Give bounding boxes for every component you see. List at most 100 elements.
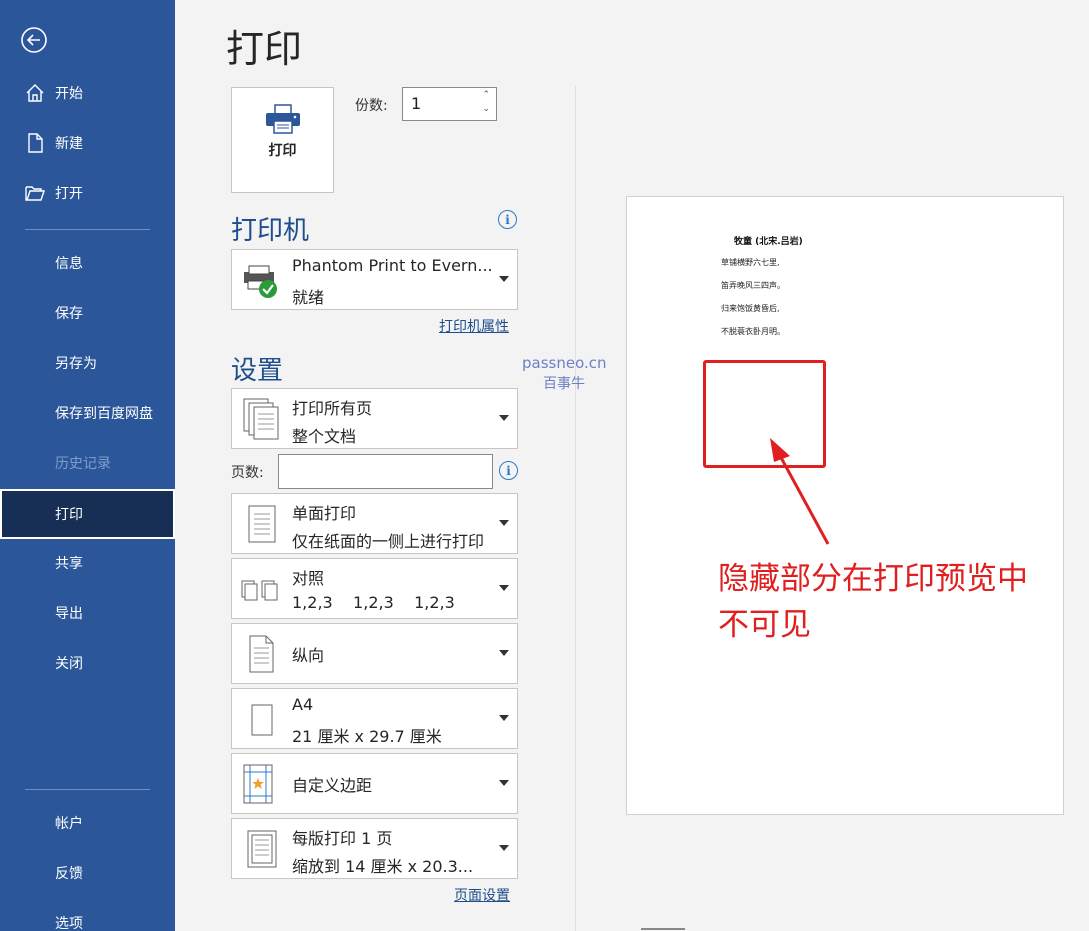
pages-label: 页数:: [231, 465, 264, 481]
sidebar-item-open[interactable]: 打开: [0, 168, 175, 218]
chevron-down-icon: [499, 520, 509, 526]
sidebar-item-label: 保存到百度网盘: [55, 406, 153, 422]
preview-scroll-indicator: [641, 928, 685, 930]
print-button[interactable]: 打印: [231, 87, 334, 193]
portrait-icon: [249, 635, 274, 673]
dropdown-line2: 整个文档: [292, 427, 357, 446]
one-sided-icon: [248, 505, 276, 543]
dropdown-line2: 缩放到 14 厘米 x 20.3...: [292, 857, 474, 876]
sidebar-item-close[interactable]: 关闭: [0, 638, 175, 688]
sidebar-item-label: 帐户: [55, 816, 83, 832]
collate-icon: [241, 580, 278, 601]
dropdown-line1: A4: [292, 695, 314, 714]
sidebar-item-label: 另存为: [55, 356, 97, 372]
sidebar-item-feedback[interactable]: 反馈: [0, 848, 175, 898]
backstage-sidebar: 开始 新建 打开 信息 保存 另存为 保存到百度网盘 历史记录 打印 共享 导出…: [0, 0, 175, 931]
poem-title: 牧童 (北宋.吕岩): [734, 237, 803, 247]
pages-per-sheet-dropdown[interactable]: 每版打印 1 页 缩放到 14 厘米 x 20.3...: [231, 818, 518, 879]
sidebar-item-export[interactable]: 导出: [0, 588, 175, 638]
copies-stepper[interactable]: 1 ⌃ ⌄: [402, 87, 497, 121]
printer-ready-icon: [244, 265, 277, 298]
spin-up-icon[interactable]: ⌃: [482, 90, 490, 100]
printer-heading: 打印机: [231, 216, 310, 246]
sidebar-item-options[interactable]: 选项: [0, 898, 175, 931]
sidebar-divider: [25, 789, 150, 790]
sidebar-item-account[interactable]: 帐户: [0, 798, 175, 848]
chevron-down-icon: [499, 715, 509, 721]
margins-dropdown[interactable]: 自定义边距: [231, 753, 518, 814]
sidebar-item-label: 打开: [55, 186, 83, 202]
poem-line: 草铺横野六七里,: [721, 258, 780, 267]
watermark-text: 百事牛: [543, 376, 585, 392]
sidebar-item-print[interactable]: 打印: [0, 489, 175, 539]
sidebar-item-home[interactable]: 开始: [0, 68, 175, 118]
poem-line: 不脱蓑衣卧月明。: [721, 327, 785, 336]
sidebar-item-save-to-baidu[interactable]: 保存到百度网盘: [0, 388, 175, 438]
sidebar-item-label: 历史记录: [55, 456, 111, 472]
pages-per-sheet-icon: [247, 830, 277, 868]
dropdown-line2: 1,2,3 1,2,3 1,2,3: [292, 593, 455, 612]
dropdown-line1: 自定义边距: [292, 776, 373, 795]
orientation-dropdown[interactable]: 纵向: [231, 623, 518, 684]
home-icon: [26, 84, 44, 102]
dropdown-line1: 纵向: [292, 646, 325, 665]
poem-line: 笛弄晚风三四声。: [721, 281, 785, 290]
dropdown-line1: 打印所有页: [292, 399, 373, 418]
sidebar-item-label: 开始: [55, 86, 83, 102]
info-icon[interactable]: i: [499, 461, 518, 480]
page-title: 打印: [226, 27, 303, 71]
print-preview-page: 牧童 (北宋.吕岩) 草铺横野六七里, 笛弄晚风三四声。 归来饱饭黄昏后, 不脱…: [626, 196, 1064, 815]
sidebar-item-label: 关闭: [55, 656, 83, 672]
chevron-down-icon: [499, 780, 509, 786]
collate-dropdown[interactable]: 对照 1,2,3 1,2,3 1,2,3: [231, 558, 518, 619]
folder-open-icon: [25, 186, 45, 201]
panel-divider: [575, 86, 576, 931]
watermark-text: passneo.cn: [522, 354, 607, 372]
poem-line: 归来饱饭黄昏后,: [721, 304, 780, 313]
sidebar-item-label: 反馈: [55, 866, 83, 882]
sidebar-item-history: 历史记录: [0, 438, 175, 488]
sidebar-item-label: 新建: [55, 136, 83, 152]
sidebar-item-new[interactable]: 新建: [0, 118, 175, 168]
sidebar-item-label: 打印: [55, 507, 83, 523]
dropdown-line2: 仅在纸面的一侧上进行打印: [292, 532, 485, 551]
page-setup-link[interactable]: 页面设置: [454, 885, 510, 905]
dropdown-line1: 单面打印: [292, 504, 357, 523]
sidebar-item-label: 选项: [55, 916, 83, 931]
sidebar-item-save-as[interactable]: 另存为: [0, 338, 175, 388]
copies-value: 1: [411, 94, 422, 113]
back-arrow-icon[interactable]: [20, 26, 48, 54]
spin-down-icon[interactable]: ⌄: [482, 104, 490, 114]
sidebar-item-info[interactable]: 信息: [0, 238, 175, 288]
sidebar-item-save[interactable]: 保存: [0, 288, 175, 338]
sidebar-divider: [25, 229, 150, 230]
info-icon[interactable]: i: [498, 210, 517, 229]
paper-size-icon: [251, 704, 273, 736]
printer-properties-link[interactable]: 打印机属性: [439, 316, 509, 336]
chevron-down-icon: [499, 650, 509, 656]
sidebar-item-label: 保存: [55, 306, 83, 322]
sidebar-item-label: 共享: [55, 556, 83, 572]
sidebar-item-label: 导出: [55, 606, 83, 622]
printer-dropdown[interactable]: Phantom Print to Evern... 就绪: [231, 249, 518, 310]
dropdown-line1: 对照: [292, 569, 325, 588]
printer-name: Phantom Print to Evern...: [292, 256, 493, 275]
print-button-label: 打印: [268, 143, 297, 159]
dropdown-line1: 每版打印 1 页: [292, 829, 393, 848]
pages-icon: [243, 398, 279, 440]
new-document-icon: [28, 133, 43, 153]
sidebar-item-share[interactable]: 共享: [0, 538, 175, 588]
annotation-text: 隐藏部分在打印预览中不可见: [718, 561, 1028, 643]
chevron-down-icon: [499, 276, 509, 282]
chevron-down-icon: [499, 585, 509, 591]
printer-status: 就绪: [292, 288, 325, 307]
sidebar-item-label: 信息: [55, 256, 83, 272]
chevron-down-icon: [499, 845, 509, 851]
pages-input[interactable]: [278, 454, 493, 489]
dropdown-line2: 21 厘米 x 29.7 厘米: [292, 727, 442, 746]
paper-size-dropdown[interactable]: A4 21 厘米 x 29.7 厘米: [231, 688, 518, 749]
print-range-dropdown[interactable]: 打印所有页 整个文档: [231, 388, 518, 449]
sides-dropdown[interactable]: 单面打印 仅在纸面的一侧上进行打印: [231, 493, 518, 554]
chevron-down-icon: [499, 415, 509, 421]
copies-label: 份数:: [355, 98, 388, 114]
